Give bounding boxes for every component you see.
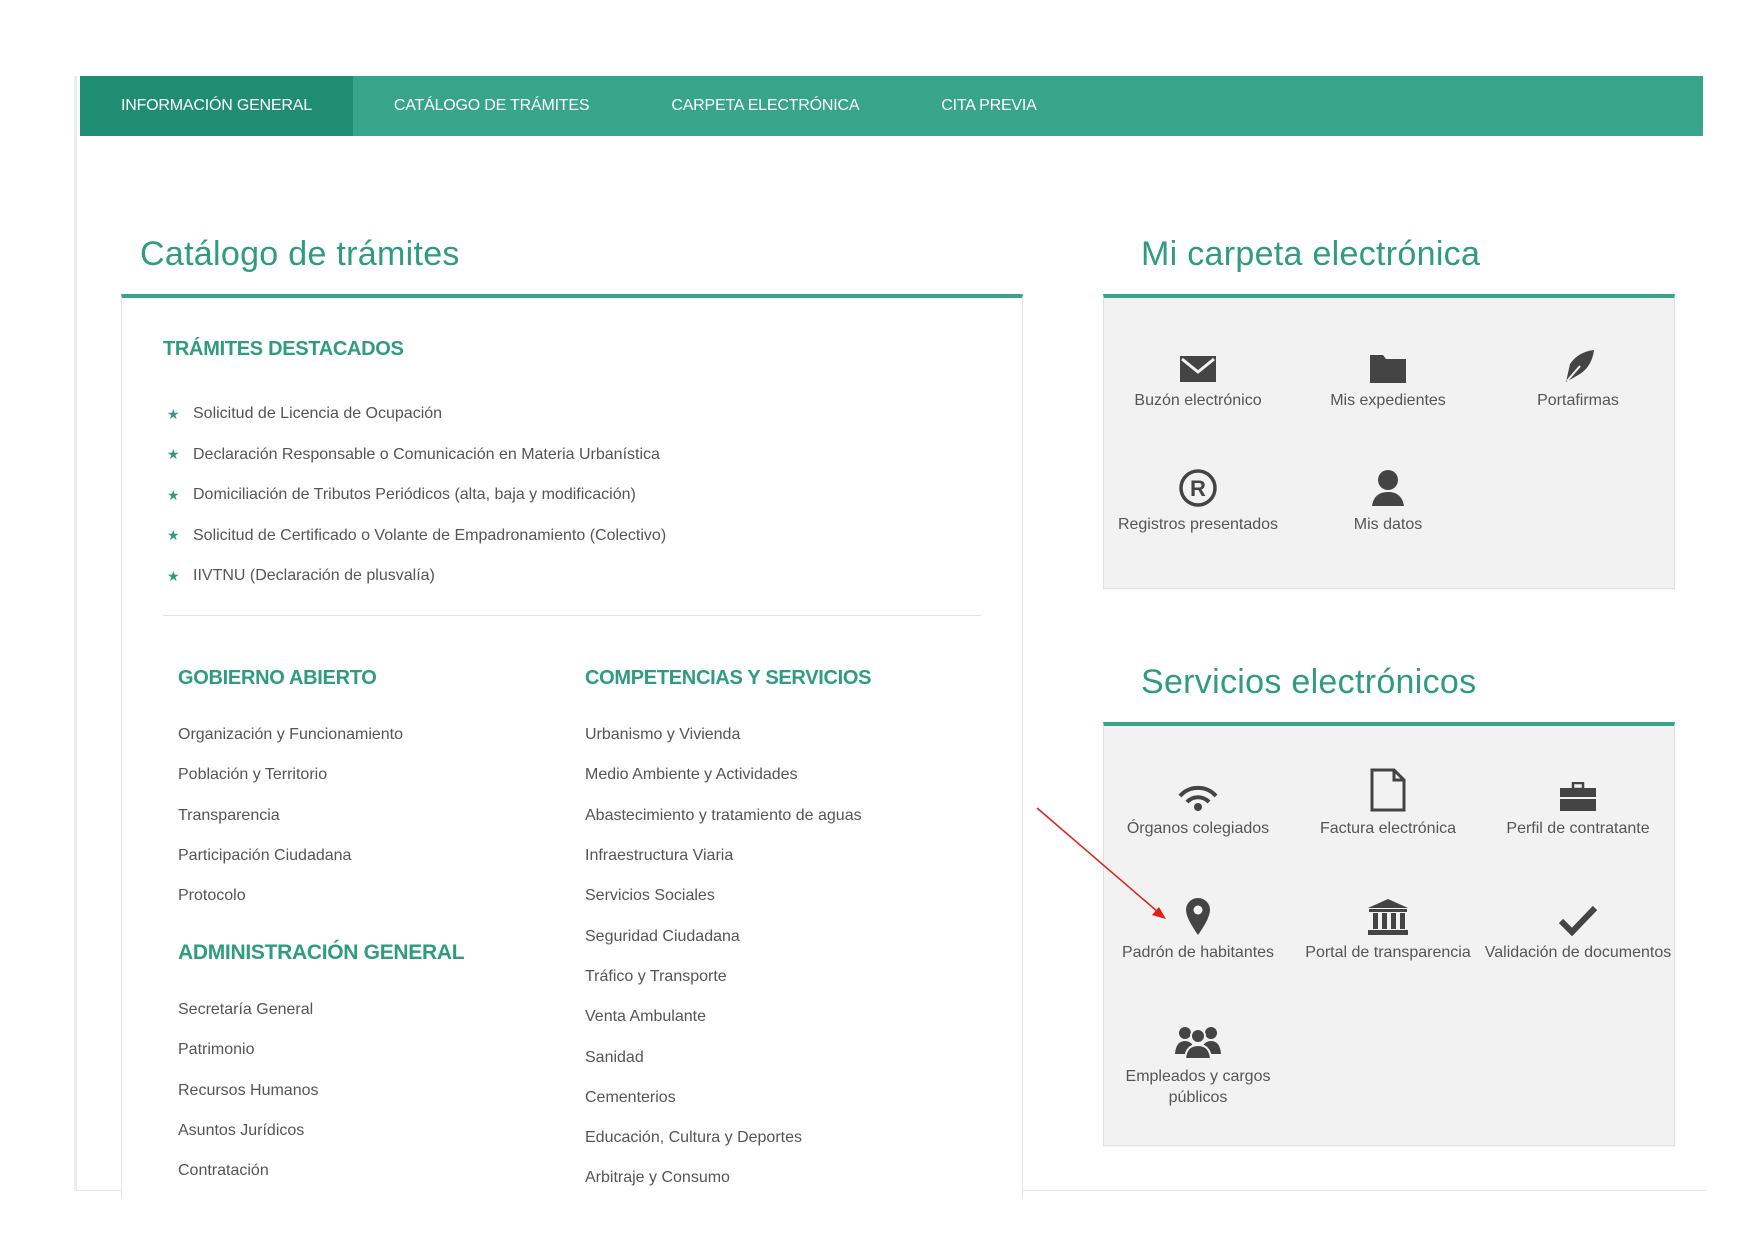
list-item[interactable]: Contratación xyxy=(178,1151,319,1191)
nav-item-informacion-general[interactable]: INFORMACIÓN GENERAL xyxy=(80,76,353,136)
tile-portafirmas[interactable]: Portafirmas xyxy=(1483,340,1673,411)
list-item[interactable]: Arbitraje y Consumo xyxy=(585,1158,862,1198)
featured-item[interactable]: ★ Solicitud de Certificado o Volante de E… xyxy=(163,516,666,557)
folder-icon xyxy=(1369,352,1407,384)
featured-item-label: Domiciliación de Tributos Periódicos (al… xyxy=(193,486,636,504)
featured-list: ★ Solicitud de Licencia de Ocupación ★ Dec… xyxy=(163,394,666,597)
featured-item[interactable]: ★ Solicitud de Licencia de Ocupación xyxy=(163,394,666,435)
list-item[interactable]: Infraestructura Viaria xyxy=(585,836,862,876)
tile-label: Factura electrónica xyxy=(1319,820,1457,837)
tile-padron-habitantes[interactable]: Padrón de habitantes xyxy=(1103,892,1293,963)
section-divider xyxy=(163,615,981,616)
tile-label: Empleados y cargos públicos xyxy=(1125,1068,1271,1106)
featured-item-label: Solicitud de Licencia de Ocupación xyxy=(193,405,443,423)
star-icon: ★ xyxy=(167,567,180,584)
list-item[interactable]: Organización y Funcionamiento xyxy=(178,715,403,755)
list-item[interactable]: Medio Ambiente y Actividades xyxy=(585,755,862,795)
featured-item-label: Solicitud de Certificado o Volante de Em… xyxy=(193,526,667,544)
services-list: Urbanismo y Vivienda Medio Ambiente y Ac… xyxy=(585,715,862,1199)
list-item[interactable]: Tráfico y Transporte xyxy=(585,957,862,997)
list-item[interactable]: Población y Territorio xyxy=(178,755,403,795)
document-icon xyxy=(1370,768,1406,812)
tile-mis-datos[interactable]: Mis datos xyxy=(1293,464,1483,535)
tile-label: Registros presentados xyxy=(1117,516,1279,533)
user-icon xyxy=(1368,468,1408,508)
list-item[interactable]: Protocolo xyxy=(178,876,403,916)
list-item[interactable]: Urbanismo y Vivienda xyxy=(585,715,862,755)
main-navbar: INFORMACIÓN GENERAL CATÁLOGO DE TRÁMITES… xyxy=(80,76,1703,136)
tile-label: Portal de transparencia xyxy=(1305,944,1471,961)
tile-organos-colegiados[interactable]: Órganos colegiados xyxy=(1103,768,1293,839)
tile-portal-transparencia[interactable]: Portal de transparencia xyxy=(1293,892,1483,963)
list-item[interactable]: Recursos Humanos xyxy=(178,1071,319,1111)
featured-item[interactable]: ★ Domiciliación de Tributos Periódicos (a… xyxy=(163,475,666,516)
list-item[interactable]: Patrimonio xyxy=(178,1030,319,1070)
tile-validacion-documentos[interactable]: Validación de documentos xyxy=(1483,892,1673,963)
list-item[interactable]: Secretaría General xyxy=(178,990,319,1030)
nav-item-carpeta-electronica[interactable]: CARPETA ELECTRÓNICA xyxy=(630,76,900,136)
group-icon xyxy=(1175,1024,1221,1060)
open-gov-list: Organización y Funcionamiento Población … xyxy=(178,715,403,916)
tile-label: Mis datos xyxy=(1353,516,1423,533)
list-item[interactable]: Abastecimiento y tratamiento de aguas xyxy=(585,796,862,836)
tile-label: Validación de documentos xyxy=(1484,944,1672,961)
featured-heading: TRÁMITES DESTACADOS xyxy=(163,338,404,360)
folder-panel: Buzón electrónico Mis expedientes Portaf… xyxy=(1103,294,1675,589)
checkmark-icon xyxy=(1558,904,1598,936)
tile-label: Órganos colegiados xyxy=(1126,820,1270,837)
tile-perfil-contratante[interactable]: Perfil de contratante xyxy=(1483,768,1673,839)
nav-item-catalogo-tramites[interactable]: CATÁLOGO DE TRÁMITES xyxy=(353,76,630,136)
list-item[interactable]: Educación, Cultura y Deportes xyxy=(585,1118,862,1158)
featured-item-label: IIVTNU (Declaración de plusvalía) xyxy=(193,567,435,585)
pen-nib-icon xyxy=(1560,348,1596,384)
tile-label: Portafirmas xyxy=(1537,392,1619,409)
star-icon: ★ xyxy=(167,486,180,503)
tile-label: Mis expedientes xyxy=(1330,392,1446,409)
general-admin-heading: ADMINISTRACIÓN GENERAL xyxy=(178,941,465,964)
tile-registros-presentados[interactable]: R Registros presentados xyxy=(1103,464,1293,535)
list-item[interactable]: Sanidad xyxy=(585,1037,862,1077)
star-icon: ★ xyxy=(167,405,180,422)
folder-title: Mi carpeta electrónica xyxy=(1141,235,1481,273)
services-heading: COMPETENCIAS Y SERVICIOS xyxy=(585,667,872,689)
featured-item[interactable]: ★ Declaración Responsable o Comunicación … xyxy=(163,435,666,476)
tile-label: Perfil de contratante xyxy=(1506,820,1650,837)
list-item[interactable]: Transparencia xyxy=(178,796,403,836)
nav-item-cita-previa[interactable]: CITA PREVIA xyxy=(900,76,1077,136)
tile-buzon-electronico[interactable]: Buzón electrónico xyxy=(1103,340,1293,411)
broadcast-icon xyxy=(1176,782,1220,812)
star-icon: ★ xyxy=(167,527,180,544)
open-gov-heading: GOBIERNO ABIERTO xyxy=(178,667,377,689)
tile-mis-expedientes[interactable]: Mis expedientes xyxy=(1293,340,1483,411)
catalog-title: Catálogo de trámites xyxy=(140,235,460,273)
eservices-panel: Órganos colegiados Factura electrónica P… xyxy=(1103,722,1675,1146)
list-item[interactable]: Asuntos Jurídicos xyxy=(178,1111,319,1151)
eservices-title: Servicios electrónicos xyxy=(1141,663,1477,701)
tile-label: Padrón de habitantes xyxy=(1121,944,1275,961)
star-icon: ★ xyxy=(167,446,180,463)
list-item[interactable]: Venta Ambulante xyxy=(585,997,862,1037)
map-marker-icon xyxy=(1184,896,1212,936)
featured-item[interactable]: ★ IIVTNU (Declaración de plusvalía) xyxy=(163,556,666,597)
tile-label: Buzón electrónico xyxy=(1134,392,1262,409)
general-admin-list: Secretaría General Patrimonio Recursos H… xyxy=(178,990,319,1191)
featured-item-label: Declaración Responsable o Comunicación e… xyxy=(193,445,660,463)
svg-text:R: R xyxy=(1190,476,1206,501)
list-item[interactable]: Participación Ciudadana xyxy=(178,836,403,876)
list-item[interactable]: Cementerios xyxy=(585,1078,862,1118)
tile-factura-electronica[interactable]: Factura electrónica xyxy=(1293,768,1483,839)
briefcase-icon xyxy=(1559,782,1597,812)
envelope-icon xyxy=(1179,354,1217,384)
list-item[interactable]: Seguridad Ciudadana xyxy=(585,916,862,956)
institution-icon xyxy=(1367,898,1409,936)
list-item[interactable]: Servicios Sociales xyxy=(585,876,862,916)
tile-empleados-cargos[interactable]: Empleados y cargos públicos xyxy=(1103,1016,1293,1108)
catalog-panel: TRÁMITES DESTACADOS ★ Solicitud de Licenc… xyxy=(121,294,1023,1198)
registered-icon: R xyxy=(1178,468,1218,508)
